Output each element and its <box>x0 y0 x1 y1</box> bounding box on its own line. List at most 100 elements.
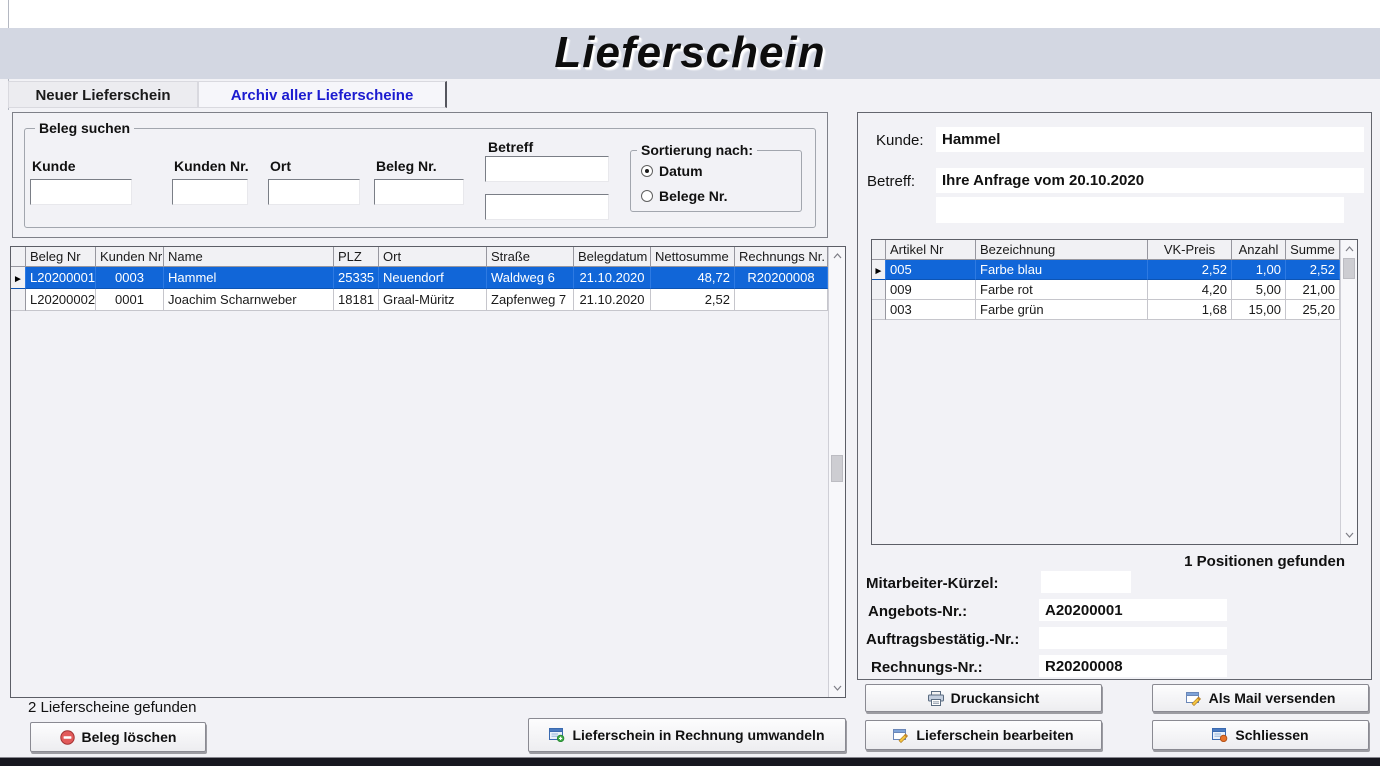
sortierung-legend: Sortierung nach: <box>637 142 757 158</box>
col-summe[interactable]: Summe <box>1286 240 1340 260</box>
beleg-loeschen-label: Beleg löschen <box>82 729 177 745</box>
col-nettosumme[interactable]: Nettosumme <box>651 247 735 267</box>
row-pointer-cell: ► <box>11 267 26 289</box>
col-name[interactable]: Name <box>164 247 334 267</box>
lieferscheine-table-content: Beleg Nr Kunden Nr Name PLZ Ort Straße B… <box>11 247 828 697</box>
scroll-thumb[interactable] <box>1343 258 1355 279</box>
col-anzahl[interactable]: Anzahl <box>1232 240 1286 260</box>
col-bezeichnung[interactable]: Bezeichnung <box>976 240 1148 260</box>
lieferscheine-table: Beleg Nr Kunden Nr Name PLZ Ort Straße B… <box>10 246 846 698</box>
auftragsbestaetig-nr-label: Auftragsbestätig.-Nr.: <box>866 631 1019 648</box>
detail-betreff-field[interactable] <box>936 168 1364 193</box>
radio-belege-nr-icon[interactable] <box>641 190 653 202</box>
col-strasse[interactable]: Straße <box>487 247 574 267</box>
beleg-suchen-legend: Beleg suchen <box>35 120 134 136</box>
scroll-down-icon[interactable] <box>1341 527 1357 543</box>
cell-summe: 25,20 <box>1286 300 1340 320</box>
cell-nettosumme: 48,72 <box>651 267 735 289</box>
col-ort[interactable]: Ort <box>379 247 487 267</box>
page-title: Lieferschein <box>0 28 1380 78</box>
cell-summe: 2,52 <box>1286 260 1340 280</box>
lieferschein-bearbeiten-button[interactable]: Lieferschein bearbeiten <box>865 720 1102 750</box>
cell-name: Hammel <box>164 267 334 289</box>
cell-plz: 25335 <box>334 267 379 289</box>
druckansicht-button[interactable]: Druckansicht <box>865 684 1102 712</box>
row-pointer-cell <box>872 300 886 320</box>
cell-anzahl: 5,00 <box>1232 280 1286 300</box>
mitarbeiter-field[interactable] <box>1041 571 1131 593</box>
als-mail-versenden-button[interactable]: Als Mail versenden <box>1152 684 1369 712</box>
col-kunden-nr[interactable]: Kunden Nr <box>96 247 164 267</box>
left-table-scrollbar[interactable] <box>828 247 845 697</box>
schliessen-button[interactable]: Schliessen <box>1152 720 1369 750</box>
cell-rechnungs-nr <box>735 289 828 311</box>
tab-bar: Neuer Lieferschein Archiv aller Liefersc… <box>0 79 1380 110</box>
title-banner: Lieferschein <box>0 28 1380 79</box>
row-pointer-icon: ► <box>874 266 884 277</box>
scroll-thumb[interactable] <box>831 455 843 482</box>
rechnungs-nr-label: Rechnungs-Nr.: <box>871 659 983 676</box>
ort-input[interactable] <box>268 179 360 205</box>
scroll-down-icon[interactable] <box>829 680 845 696</box>
detail-betreff-field-2[interactable] <box>936 197 1344 223</box>
header-indicator-cell <box>872 240 886 260</box>
table-header-row: Beleg Nr Kunden Nr Name PLZ Ort Straße B… <box>11 247 828 267</box>
cell-anzahl: 1,00 <box>1232 260 1286 280</box>
cell-belegdatum: 21.10.2020 <box>574 267 651 289</box>
mitarbeiter-label: Mitarbeiter-Kürzel: <box>866 575 999 592</box>
cell-bezeichnung: Farbe grün <box>976 300 1148 320</box>
angebots-nr-field[interactable] <box>1039 599 1227 621</box>
betreff-label: Betreff <box>488 139 533 155</box>
header-indicator-cell <box>11 247 26 267</box>
cell-artikel-nr: 009 <box>886 280 976 300</box>
beleg-nr-label: Beleg Nr. <box>376 158 437 174</box>
table-header-row: Artikel Nr Bezeichnung VK-Preis Anzahl S… <box>872 240 1340 260</box>
positions-table-scrollbar[interactable] <box>1340 240 1357 544</box>
tab-neuer-lieferschein[interactable]: Neuer Lieferschein <box>8 81 198 108</box>
col-rechnungs-nr[interactable]: Rechnungs Nr. <box>735 247 828 267</box>
table-row[interactable]: 009 Farbe rot 4,20 5,00 21,00 <box>872 280 1340 300</box>
rechnungs-nr-field[interactable] <box>1039 655 1227 677</box>
lieferscheine-count: 2 Lieferscheine gefunden <box>28 699 196 716</box>
detail-kunde-field[interactable] <box>936 127 1364 152</box>
kunden-nr-input[interactable] <box>172 179 248 205</box>
umwandeln-label: Lieferschein in Rechnung umwandeln <box>572 727 824 743</box>
sort-option-belege-nr[interactable]: Belege Nr. <box>641 188 727 204</box>
cell-nettosumme: 2,52 <box>651 289 735 311</box>
cell-strasse: Zapfenweg 7 <box>487 289 574 311</box>
col-beleg-nr[interactable]: Beleg Nr <box>26 247 96 267</box>
tab-archiv-aller-lieferscheine[interactable]: Archiv aller Lieferscheine <box>198 81 447 108</box>
table-row[interactable]: L20200002 0001 Joachim Scharnweber 18181… <box>11 289 828 311</box>
cell-ort: Neuendorf <box>379 267 487 289</box>
cell-anzahl: 15,00 <box>1232 300 1286 320</box>
positionen-count: 1 Positionen gefunden <box>1184 553 1345 570</box>
auftragsbestaetig-nr-field[interactable] <box>1039 627 1227 649</box>
cell-rechnungs-nr: R20200008 <box>735 267 828 289</box>
cell-beleg-nr: L20200001 <box>26 267 96 289</box>
radio-datum-icon[interactable] <box>641 165 653 177</box>
cell-kunden-nr: 0003 <box>96 267 164 289</box>
betreff-input-2[interactable] <box>485 194 609 220</box>
row-pointer-cell: ► <box>872 260 886 280</box>
sort-option-datum[interactable]: Datum <box>641 163 703 179</box>
betreff-input-1[interactable] <box>485 156 609 182</box>
ort-label: Ort <box>270 158 291 174</box>
col-artikel-nr[interactable]: Artikel Nr <box>886 240 976 260</box>
table-row[interactable]: 003 Farbe grün 1,68 15,00 25,20 <box>872 300 1340 320</box>
scroll-up-icon[interactable] <box>1341 241 1357 257</box>
col-belegdatum[interactable]: Belegdatum <box>574 247 651 267</box>
kunde-input[interactable] <box>30 179 132 205</box>
row-pointer-icon: ► <box>13 274 23 285</box>
als-mail-versenden-label: Als Mail versenden <box>1209 690 1336 706</box>
table-row[interactable]: ► 005 Farbe blau 2,52 1,00 2,52 <box>872 260 1340 280</box>
window-bottom-edge <box>0 757 1380 766</box>
scroll-up-icon[interactable] <box>829 248 845 264</box>
table-row[interactable]: ► L20200001 0003 Hammel 25335 Neuendorf … <box>11 267 828 289</box>
umwandeln-button[interactable]: Lieferschein in Rechnung umwandeln <box>528 718 846 752</box>
cell-artikel-nr: 005 <box>886 260 976 280</box>
beleg-nr-input[interactable] <box>374 179 464 205</box>
beleg-loeschen-button[interactable]: Beleg löschen <box>30 722 206 752</box>
positionen-table-content: Artikel Nr Bezeichnung VK-Preis Anzahl S… <box>872 240 1340 544</box>
col-vk-preis[interactable]: VK-Preis <box>1148 240 1232 260</box>
col-plz[interactable]: PLZ <box>334 247 379 267</box>
